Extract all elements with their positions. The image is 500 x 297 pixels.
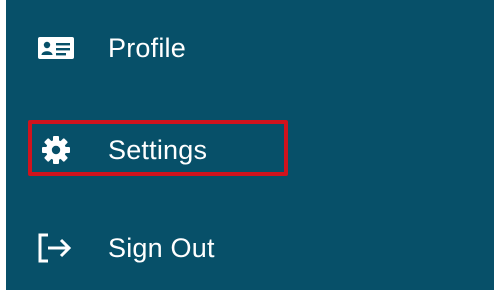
menu-item-sign-out[interactable]: Sign Out xyxy=(6,218,494,278)
profile-card-icon xyxy=(38,37,74,59)
menu-item-label: Profile xyxy=(108,33,186,63)
menu-item-profile[interactable]: Profile xyxy=(6,18,494,78)
menu-item-label: Settings xyxy=(108,135,208,165)
sign-out-icon xyxy=(38,233,72,263)
navigation-menu: Profile Settings Sign Out xyxy=(6,0,494,290)
menu-item-label: Sign Out xyxy=(108,233,215,263)
menu-item-settings[interactable]: Settings xyxy=(6,120,494,180)
gear-icon xyxy=(42,136,70,164)
